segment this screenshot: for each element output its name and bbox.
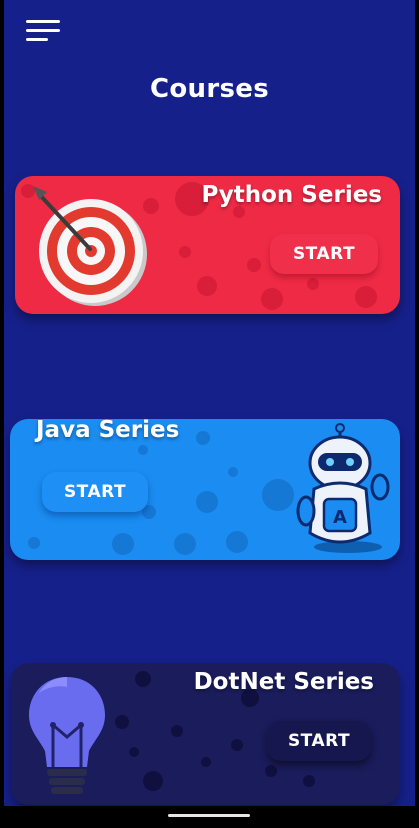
lightbulb-icon bbox=[29, 677, 105, 794]
course-card-python[interactable]: Python Series START bbox=[15, 176, 400, 314]
page-title: Courses bbox=[150, 74, 269, 104]
app-screen: Courses Python Series START A Java Serie… bbox=[4, 0, 415, 806]
course-title-java: Java Series bbox=[36, 419, 180, 443]
course-card-dotnet[interactable]: DotNet Series START bbox=[11, 663, 400, 805]
robot-icon: A bbox=[296, 423, 390, 553]
java-start-button[interactable]: START bbox=[42, 472, 148, 512]
python-start-button[interactable]: START bbox=[270, 234, 378, 274]
course-card-java[interactable]: A Java Series START bbox=[10, 419, 400, 560]
robot-badge-letter: A bbox=[333, 507, 347, 528]
dotnet-start-button[interactable]: START bbox=[267, 721, 371, 761]
course-title-dotnet: DotNet Series bbox=[193, 669, 374, 695]
course-title-python: Python Series bbox=[201, 182, 382, 208]
target-icon bbox=[33, 186, 147, 306]
home-indicator[interactable] bbox=[168, 814, 250, 817]
menu-icon[interactable] bbox=[26, 16, 70, 48]
